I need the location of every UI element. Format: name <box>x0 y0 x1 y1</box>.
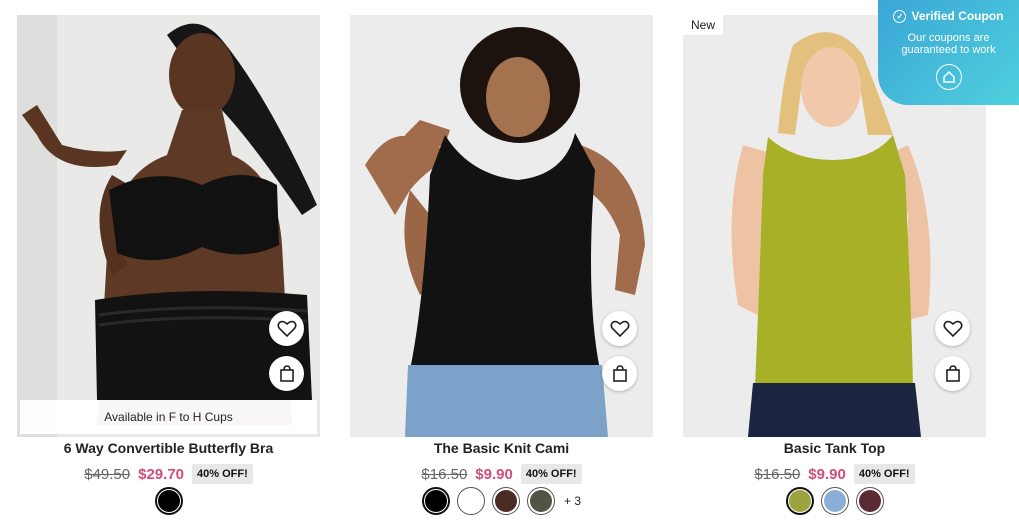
coupon-header: ✓ Verified Coupon <box>878 9 1019 23</box>
product-title[interactable]: Basic Tank Top <box>683 440 986 456</box>
color-swatch[interactable] <box>421 487 450 515</box>
check-circle-icon: ✓ <box>893 9 907 23</box>
coupon-title: Verified Coupon <box>911 9 1004 23</box>
more-colors-link[interactable]: + 3 <box>564 494 581 508</box>
product-grid: Available in F to H Cups 6 Way Convertib… <box>17 15 987 520</box>
color-swatch[interactable] <box>820 487 849 515</box>
shopping-bag-icon <box>945 365 960 382</box>
heart-icon <box>609 320 630 337</box>
discount-badge: 40% OFF! <box>192 464 253 484</box>
original-price: $16.50 <box>421 465 468 483</box>
new-badge: New <box>683 15 724 35</box>
product-card: Available in F to H Cups 6 Way Convertib… <box>17 15 320 520</box>
color-swatch[interactable] <box>456 487 485 515</box>
add-to-bag-button[interactable] <box>935 356 970 391</box>
color-swatch[interactable] <box>154 487 183 515</box>
price-row: $16.50 $9.90 40% OFF! <box>683 464 986 484</box>
wishlist-button[interactable] <box>602 311 637 346</box>
wishlist-button[interactable] <box>269 311 304 346</box>
product-title[interactable]: The Basic Knit Cami <box>350 440 653 456</box>
color-swatch[interactable] <box>785 487 814 515</box>
cup-size-note: Available in F to H Cups <box>20 400 317 434</box>
add-to-bag-button[interactable] <box>269 356 304 391</box>
sale-price: $9.90 <box>475 465 513 483</box>
product-title[interactable]: 6 Way Convertible Butterfly Bra <box>17 440 320 456</box>
product-image[interactable]: Available in F to H Cups <box>17 15 320 437</box>
color-swatches <box>17 487 320 515</box>
discount-badge: 40% OFF! <box>853 464 915 484</box>
verified-coupon-widget[interactable]: ✓ Verified Coupon Our coupons are guaran… <box>878 0 1019 105</box>
add-to-bag-button[interactable] <box>602 356 637 391</box>
discount-badge: 40% OFF! <box>520 464 582 484</box>
color-swatches <box>683 487 986 515</box>
price-row: $16.50 $9.90 40% OFF! <box>350 464 653 484</box>
heart-icon <box>276 320 297 337</box>
price-row: $49.50 $29.70 40% OFF! <box>17 464 320 484</box>
sale-price: $29.70 <box>138 465 185 483</box>
wishlist-button[interactable] <box>935 311 970 346</box>
product-card: The Basic Knit Cami $16.50 $9.90 40% OFF… <box>350 15 653 520</box>
original-price: $16.50 <box>754 465 801 483</box>
color-swatch[interactable] <box>491 487 520 515</box>
sale-price: $9.90 <box>808 465 846 483</box>
coupon-text: Our coupons are guaranteed to work <box>901 32 996 56</box>
heart-icon <box>942 320 963 337</box>
color-swatch[interactable] <box>855 487 884 515</box>
shopping-bag-icon <box>279 365 294 382</box>
color-swatches: + 3 <box>350 487 653 515</box>
color-swatch[interactable] <box>526 487 555 515</box>
original-price: $49.50 <box>84 465 131 483</box>
product-image[interactable] <box>350 15 653 437</box>
shopping-bag-icon <box>612 365 627 382</box>
house-logo-icon <box>935 64 962 90</box>
